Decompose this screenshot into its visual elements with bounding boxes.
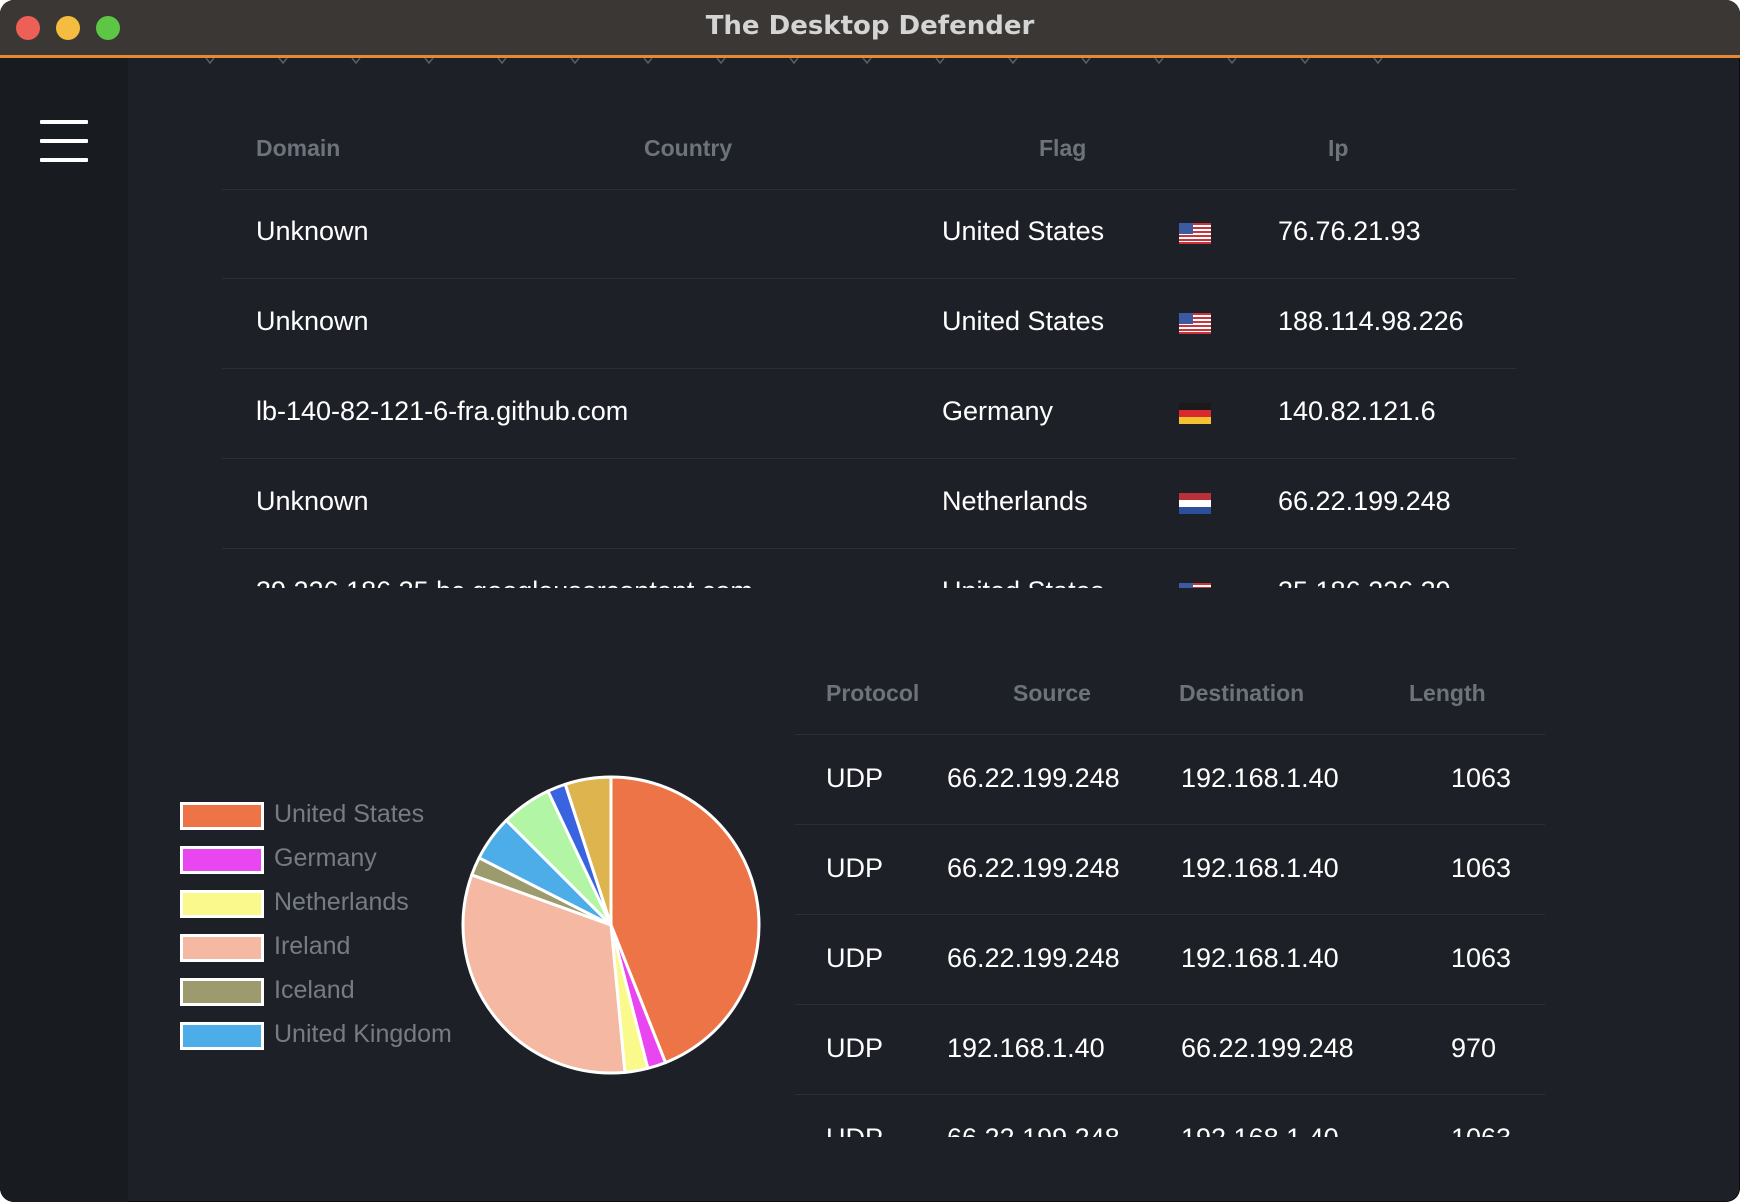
legend-swatch bbox=[180, 1022, 264, 1050]
ip-cell: 140.82.121.6 bbox=[1278, 396, 1436, 426]
country-cell: Netherlands bbox=[942, 486, 1088, 516]
us-flag-icon bbox=[1179, 583, 1211, 588]
legend-item[interactable]: United Kingdom bbox=[180, 1020, 470, 1050]
source-cell: 66.22.199.248 bbox=[947, 853, 1120, 883]
protocol-cell: UDP bbox=[826, 763, 884, 793]
country-cell: United States bbox=[942, 306, 1105, 336]
length-cell: 1063 bbox=[1451, 1123, 1511, 1137]
row-divider bbox=[795, 824, 1545, 825]
destination-cell: 192.168.1.40 bbox=[1181, 853, 1339, 883]
column-header-domain[interactable]: Domain bbox=[256, 135, 340, 162]
legend-label: Ireland bbox=[274, 932, 351, 960]
column-header-length[interactable]: Length bbox=[1409, 680, 1486, 707]
domain-cell: lb-140-82-121-6-fra.github.com bbox=[256, 396, 629, 426]
source-cell: 192.168.1.40 bbox=[947, 1033, 1105, 1063]
country-cell: United States bbox=[942, 216, 1105, 246]
legend-swatch bbox=[180, 802, 264, 830]
tab-ticks-decoration bbox=[205, 58, 1383, 65]
de-flag-icon bbox=[1179, 403, 1211, 424]
destination-cell: 192.168.1.40 bbox=[1181, 763, 1339, 793]
legend-label: Iceland bbox=[274, 976, 355, 1004]
domain-cell: Unknown bbox=[256, 306, 369, 336]
title-bar[interactable]: The Desktop Defender bbox=[0, 0, 1740, 58]
legend-item[interactable]: Iceland bbox=[180, 976, 470, 1006]
column-header-protocol[interactable]: Protocol bbox=[826, 680, 919, 707]
protocol-cell: UDP bbox=[826, 1123, 883, 1137]
legend-label: Netherlands bbox=[274, 888, 409, 916]
column-header-ip[interactable]: Ip bbox=[1328, 135, 1348, 162]
country-pie-chart bbox=[461, 775, 761, 1075]
column-header-country[interactable]: Country bbox=[644, 135, 732, 162]
legend-swatch bbox=[180, 846, 264, 874]
domain-cell: Unknown bbox=[256, 216, 369, 246]
window-title: The Desktop Defender bbox=[705, 11, 1035, 41]
legend-item[interactable]: Germany bbox=[180, 844, 470, 874]
header-divider bbox=[222, 189, 1516, 190]
protocol-cell: UDP bbox=[826, 943, 884, 973]
legend-swatch bbox=[180, 890, 264, 918]
ip-cell: 66.22.199.248 bbox=[1278, 486, 1451, 516]
sidebar bbox=[0, 58, 128, 1202]
column-header-flag[interactable]: Flag bbox=[1039, 135, 1086, 162]
country-cell: United States bbox=[942, 576, 1104, 588]
row-divider bbox=[795, 1004, 1545, 1005]
connections-table: Domain Country Flag Ip Unknown United St… bbox=[222, 100, 1516, 588]
packets-table: Protocol Source Destination Length UDP 6… bbox=[795, 655, 1545, 1137]
country-cell: Germany bbox=[942, 396, 1054, 426]
legend-label: Germany bbox=[274, 844, 377, 872]
source-cell: 66.22.199.248 bbox=[947, 1123, 1120, 1137]
domain-cell: 39.226.186.35.bc.googleusercontent.com bbox=[256, 576, 753, 588]
legend-item[interactable]: Netherlands bbox=[180, 888, 470, 918]
row-divider bbox=[795, 914, 1545, 915]
legend-label: United Kingdom bbox=[274, 1020, 452, 1048]
legend-swatch bbox=[180, 934, 264, 962]
nl-flag-icon bbox=[1179, 493, 1211, 514]
us-flag-icon bbox=[1179, 223, 1211, 244]
destination-cell: 66.22.199.248 bbox=[1181, 1033, 1354, 1063]
domain-cell: Unknown bbox=[256, 486, 369, 516]
source-cell: 66.22.199.248 bbox=[947, 943, 1120, 973]
hamburger-menu-icon[interactable] bbox=[40, 120, 88, 162]
length-cell: 1063 bbox=[1451, 943, 1512, 973]
ip-cell: 188.114.98.226 bbox=[1278, 306, 1464, 336]
legend-swatch bbox=[180, 978, 264, 1006]
source-cell: 66.22.199.248 bbox=[947, 763, 1120, 793]
length-cell: 1063 bbox=[1451, 853, 1512, 883]
protocol-cell: UDP bbox=[826, 1033, 884, 1063]
app-window: The Desktop Defender Domain Country Flag… bbox=[0, 0, 1740, 1202]
row-divider bbox=[222, 368, 1516, 369]
column-header-source[interactable]: Source bbox=[1013, 680, 1091, 707]
destination-cell: 192.168.1.40 bbox=[1181, 1123, 1339, 1137]
row-divider bbox=[222, 548, 1516, 549]
column-header-destination[interactable]: Destination bbox=[1179, 680, 1304, 707]
ip-cell: 76.76.21.93 bbox=[1278, 216, 1421, 246]
header-divider bbox=[795, 734, 1545, 735]
row-divider bbox=[795, 1094, 1545, 1095]
protocol-cell: UDP bbox=[826, 853, 884, 883]
length-cell: 970 bbox=[1451, 1033, 1497, 1063]
length-cell: 1063 bbox=[1451, 763, 1512, 793]
legend-item[interactable]: United States bbox=[180, 800, 470, 830]
row-divider bbox=[222, 458, 1516, 459]
ip-cell: 35.186.226.39 bbox=[1278, 576, 1451, 588]
us-flag-icon bbox=[1179, 313, 1211, 334]
legend-item[interactable]: Ireland bbox=[180, 932, 470, 962]
row-divider bbox=[222, 278, 1516, 279]
legend-label: United States bbox=[274, 800, 425, 828]
destination-cell: 192.168.1.40 bbox=[1181, 943, 1339, 973]
